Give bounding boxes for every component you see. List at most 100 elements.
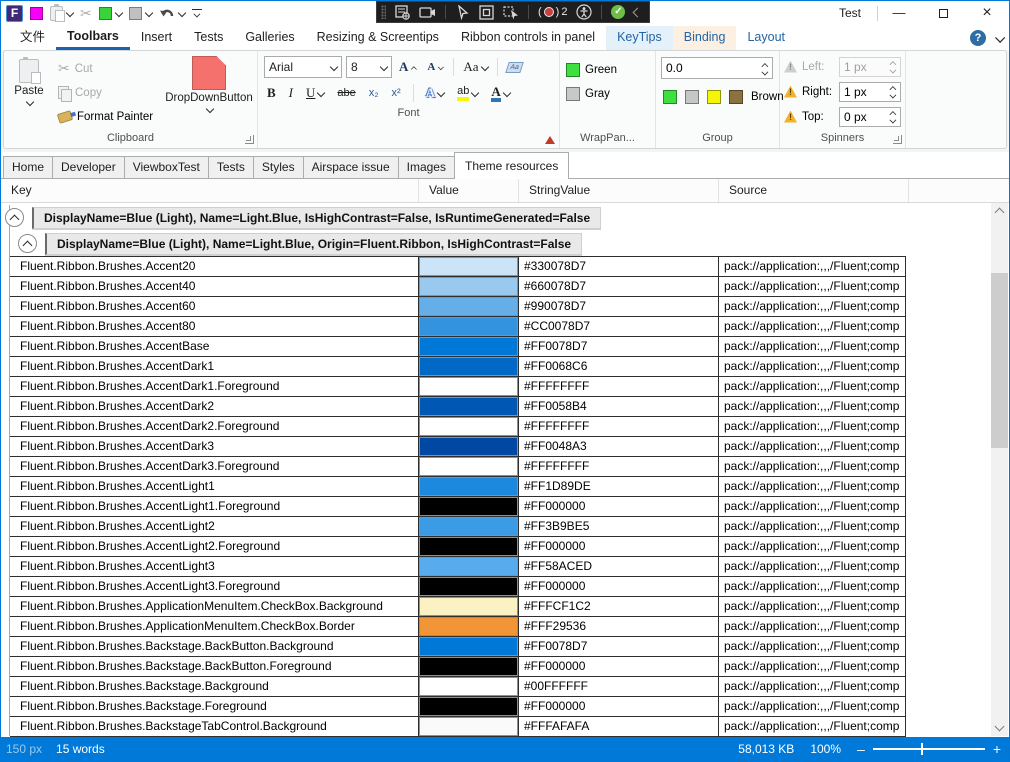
chevron-down-icon[interactable] bbox=[145, 10, 152, 17]
table-row[interactable]: Fluent.Ribbon.Brushes.AccentLight1#FF1D8… bbox=[10, 477, 906, 497]
table-row[interactable]: Fluent.Ribbon.Brushes.AccentLight3.Foreg… bbox=[10, 577, 906, 597]
ribbon-tab-resizing-screentips[interactable]: Resizing & Screentips bbox=[306, 26, 450, 50]
group-header-row-1[interactable]: DisplayName=Blue (Light), Name=Light.Blu… bbox=[1, 203, 1009, 229]
collapse-group-chevron-icon[interactable] bbox=[5, 208, 24, 227]
table-row[interactable]: Fluent.Ribbon.Brushes.Accent40#660078D7p… bbox=[10, 277, 906, 297]
zoom-out-button[interactable]: – bbox=[857, 743, 865, 755]
zoom-level-label[interactable]: 100% bbox=[810, 742, 841, 756]
tab-airspace-issue[interactable]: Airspace issue bbox=[303, 156, 399, 178]
tab-developer[interactable]: Developer bbox=[52, 156, 125, 178]
group-swatch-button-1[interactable] bbox=[685, 90, 699, 104]
chevron-down-icon[interactable] bbox=[178, 10, 185, 17]
vertical-scrollbar[interactable] bbox=[991, 203, 1008, 736]
italic-button[interactable]: I bbox=[286, 85, 296, 101]
chevron-down-icon[interactable] bbox=[66, 10, 73, 17]
column-header-source[interactable]: Source bbox=[719, 179, 909, 202]
spinners-dialog-launcher[interactable] bbox=[893, 135, 902, 144]
table-row[interactable]: Fluent.Ribbon.Brushes.Backstage.Foregrou… bbox=[10, 697, 906, 717]
tab-tests[interactable]: Tests bbox=[208, 156, 254, 178]
table-row[interactable]: Fluent.Ribbon.Brushes.AccentLight2.Foreg… bbox=[10, 537, 906, 557]
change-case-button[interactable]: Aa bbox=[460, 59, 490, 75]
minimize-button[interactable]: — bbox=[877, 1, 921, 26]
font-family-select[interactable]: Arial bbox=[264, 56, 342, 78]
spin-up-icon[interactable] bbox=[890, 110, 896, 116]
table-row[interactable]: Fluent.Ribbon.Brushes.AccentLight2#FF3B9… bbox=[10, 517, 906, 537]
clear-formatting-button[interactable]: Aa bbox=[504, 62, 525, 73]
format-painter-button[interactable]: Format Painter bbox=[58, 105, 161, 129]
table-row[interactable]: Fluent.Ribbon.Brushes.AccentDark2.Foregr… bbox=[10, 417, 906, 437]
table-row[interactable]: Fluent.Ribbon.Brushes.BackstageTabContro… bbox=[10, 717, 906, 737]
ribbon-tab-layout[interactable]: Layout bbox=[736, 26, 796, 50]
table-row[interactable]: Fluent.Ribbon.Brushes.Accent60#990078D7p… bbox=[10, 297, 906, 317]
font-color-button[interactable]: A bbox=[488, 85, 512, 102]
grow-font-button[interactable]: A bbox=[396, 59, 420, 75]
group-swatch-button-2[interactable] bbox=[707, 90, 721, 104]
qat-paste-button[interactable] bbox=[50, 6, 73, 21]
table-row[interactable]: Fluent.Ribbon.Brushes.AccentBase#FF0078D… bbox=[10, 337, 906, 357]
zoom-in-button[interactable]: + bbox=[993, 743, 1001, 755]
top-spinner[interactable]: 0 px bbox=[839, 107, 901, 127]
scroll-up-icon[interactable] bbox=[995, 208, 1005, 218]
close-button[interactable]: × bbox=[965, 1, 1009, 26]
ribbon-tab-ribbon-controls-in-panel[interactable]: Ribbon controls in panel bbox=[450, 26, 606, 50]
subscript-button[interactable]: x₂ bbox=[366, 87, 382, 99]
table-row[interactable]: Fluent.Ribbon.Brushes.ApplicationMenuIte… bbox=[10, 617, 906, 637]
zoom-slider-track[interactable] bbox=[873, 743, 985, 755]
toolbar-overflow-button[interactable] bbox=[192, 9, 202, 18]
toolbar-enabled-check-icon[interactable]: ✓ bbox=[611, 5, 625, 19]
gray-button[interactable]: Gray bbox=[560, 82, 655, 106]
record-screen-icon[interactable] bbox=[419, 6, 436, 19]
scrollbar-thumb[interactable] bbox=[991, 273, 1008, 448]
help-button[interactable]: ? bbox=[970, 30, 986, 46]
paste-button[interactable]: Paste bbox=[4, 54, 54, 131]
table-row[interactable]: Fluent.Ribbon.Brushes.AccentDark3.Foregr… bbox=[10, 457, 906, 477]
track-focused-element-icon[interactable] bbox=[503, 5, 519, 20]
enable-selection-icon[interactable] bbox=[455, 5, 470, 20]
underline-button[interactable]: U bbox=[303, 85, 327, 101]
collapse-ribbon-chevron-icon[interactable] bbox=[995, 34, 1003, 42]
table-row[interactable]: Fluent.Ribbon.Brushes.AccentDark1.Foregr… bbox=[10, 377, 906, 397]
cut-scissors-icon[interactable]: ✂ bbox=[80, 7, 92, 20]
table-row[interactable]: Fluent.Ribbon.Brushes.Backstage.BackButt… bbox=[10, 657, 906, 677]
table-row[interactable]: Fluent.Ribbon.Brushes.ApplicationMenuIte… bbox=[10, 597, 906, 617]
group-spinner[interactable]: 0.0 bbox=[661, 57, 773, 79]
ribbon-tab-binding[interactable]: Binding bbox=[673, 26, 737, 50]
table-row[interactable]: Fluent.Ribbon.Brushes.AccentLight3#FF58A… bbox=[10, 557, 906, 577]
group-swatch-button-0[interactable] bbox=[663, 90, 677, 104]
tab-images[interactable]: Images bbox=[398, 156, 455, 178]
highlight-button[interactable]: ab bbox=[454, 85, 481, 101]
zoom-slider-thumb[interactable] bbox=[921, 743, 924, 755]
spin-down-icon[interactable] bbox=[890, 118, 896, 124]
table-row[interactable]: Fluent.Ribbon.Brushes.AccentDark1#FF0068… bbox=[10, 357, 906, 377]
superscript-button[interactable]: x² bbox=[389, 87, 404, 99]
tab-viewboxtest[interactable]: ViewboxTest bbox=[124, 156, 209, 178]
display-layout-adorners-icon[interactable] bbox=[479, 5, 494, 20]
cut-button[interactable]: ✂Cut bbox=[58, 57, 161, 81]
magenta-color-button[interactable] bbox=[30, 7, 43, 20]
tab-theme-resources[interactable]: Theme resources bbox=[454, 152, 569, 179]
ribbon-tab-toolbars[interactable]: Toolbars bbox=[56, 26, 130, 50]
chevron-down-icon[interactable] bbox=[115, 10, 122, 17]
font-size-select[interactable]: 8 bbox=[346, 56, 392, 78]
bold-button[interactable]: B bbox=[264, 85, 279, 101]
spin-down-icon[interactable] bbox=[890, 93, 896, 99]
maximize-button[interactable] bbox=[921, 1, 965, 26]
ribbon-tab-文件[interactable]: 文件 bbox=[9, 26, 56, 50]
ribbon-tab-insert[interactable]: Insert bbox=[130, 26, 183, 50]
binding-failures-button[interactable]: ()2 bbox=[538, 6, 567, 18]
spin-down-icon[interactable] bbox=[762, 69, 768, 75]
tab-styles[interactable]: Styles bbox=[253, 156, 304, 178]
table-row[interactable]: Fluent.Ribbon.Brushes.Accent20#330078D7p… bbox=[10, 257, 906, 277]
table-row[interactable]: Fluent.Ribbon.Brushes.Backstage.BackButt… bbox=[10, 637, 906, 657]
table-row[interactable]: Fluent.Ribbon.Brushes.AccentLight1.Foreg… bbox=[10, 497, 906, 517]
group-header-row-2[interactable]: DisplayName=Blue (Light), Name=Light.Blu… bbox=[1, 229, 1009, 255]
clipboard-dialog-launcher[interactable] bbox=[245, 135, 254, 144]
live-visual-tree-icon[interactable] bbox=[395, 5, 410, 20]
shrink-font-button[interactable]: A bbox=[424, 61, 447, 73]
table-row[interactable]: Fluent.Ribbon.Brushes.AccentDark2#FF0058… bbox=[10, 397, 906, 417]
zoom-slider[interactable]: – + bbox=[857, 743, 1001, 755]
copy-button[interactable]: Copy bbox=[58, 81, 161, 105]
collapse-group-chevron-icon[interactable] bbox=[18, 234, 37, 253]
right-spinner[interactable]: 1 px bbox=[839, 82, 901, 102]
column-header-value[interactable]: Value bbox=[419, 179, 519, 202]
